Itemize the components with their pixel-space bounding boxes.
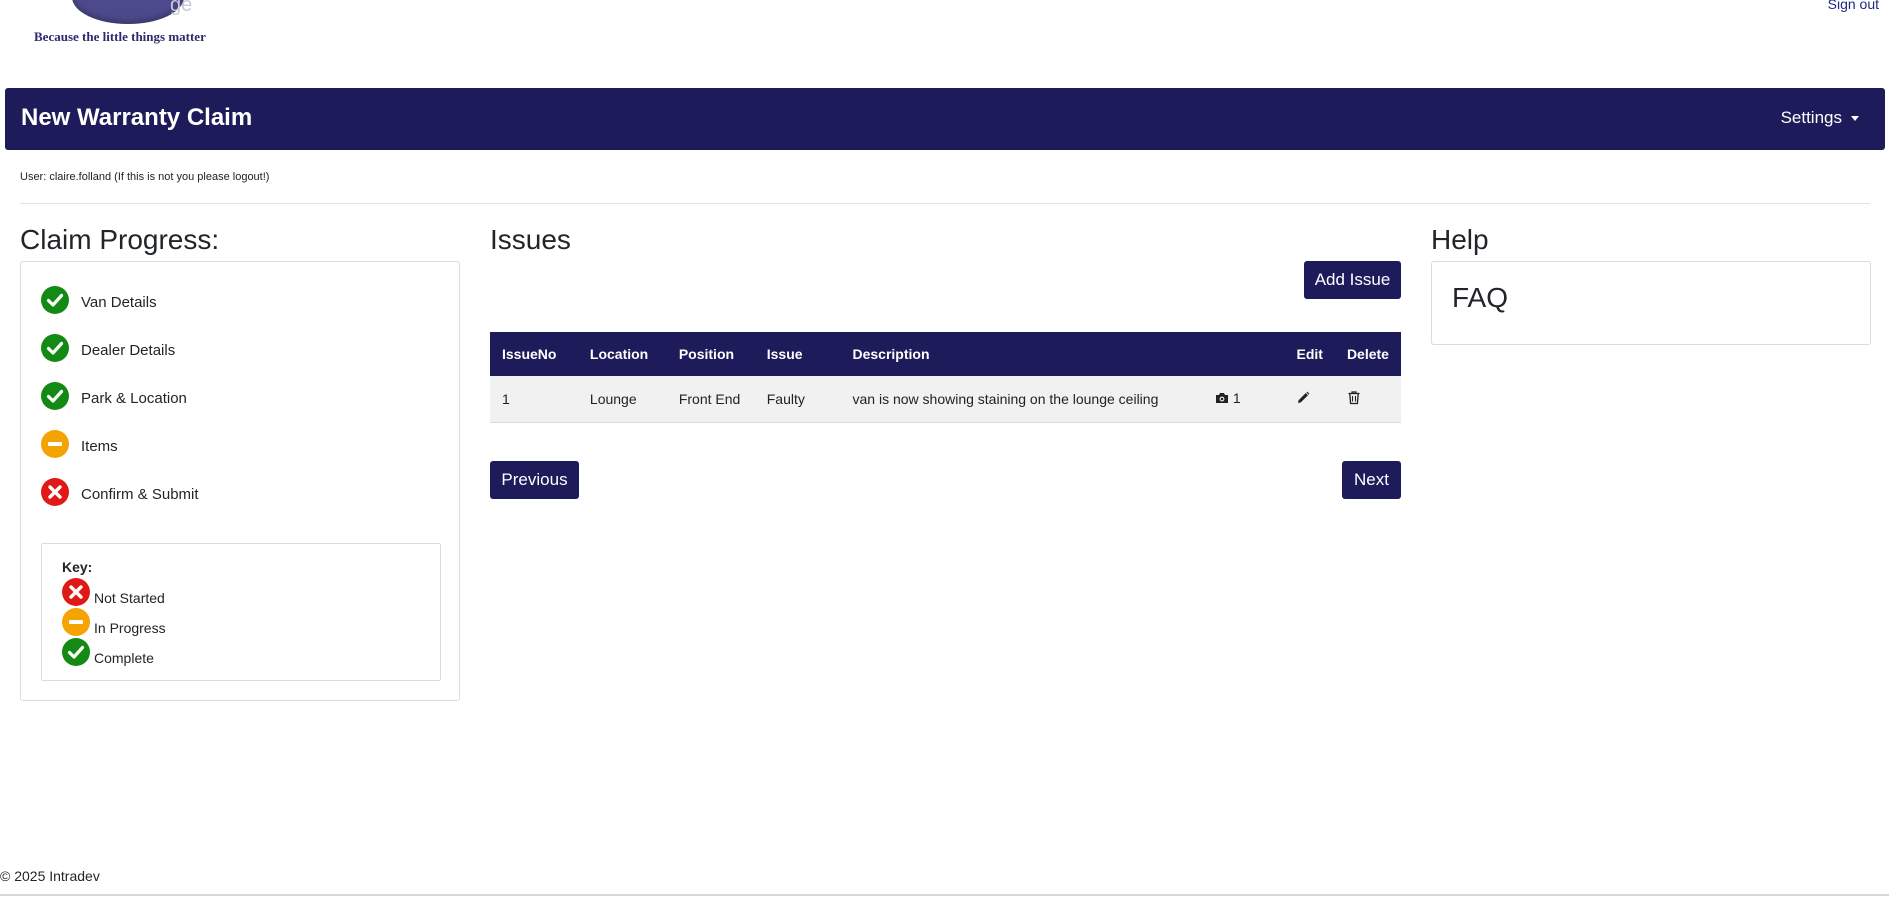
claim-progress-heading: Claim Progress: [20, 224, 220, 255]
column-header-edit: Edit [1296, 346, 1323, 362]
issues-table: IssueNo Location Position Issue Descript… [490, 332, 1401, 423]
key-label: Complete [94, 650, 154, 666]
column-header-delete: Delete [1346, 346, 1389, 362]
help-heading: Help [1431, 224, 1489, 255]
user-info-line: User: claire.folland (If this is not you… [20, 171, 270, 183]
add-issue-button[interactable]: Add Issue [1304, 261, 1401, 299]
cell-description: van is now showing staining on the loung… [840, 376, 1203, 423]
page-title: New Warranty Claim [21, 104, 253, 131]
cell-issue: Faulty [754, 376, 841, 423]
check-circle-icon [41, 382, 69, 410]
key-label: Not Started [94, 590, 165, 606]
key-title: Key: [62, 559, 93, 575]
photo-count: 1 [1232, 390, 1241, 407]
check-circle-icon [41, 334, 69, 362]
step-label: Items [81, 438, 118, 455]
cell-photos[interactable]: 1 [1202, 376, 1285, 423]
step-label: Park & Location [81, 390, 187, 407]
claim-progress-card: Van Details Dealer Details Park & Locati… [20, 261, 460, 701]
issues-heading: Issues [490, 224, 571, 255]
faq-link[interactable]: FAQ [1452, 282, 1508, 314]
next-button[interactable]: Next [1342, 461, 1401, 499]
status-key: Key: Not Started In Progress Complete [41, 543, 441, 681]
help-card: FAQ [1431, 261, 1871, 345]
settings-label: Settings [1780, 108, 1842, 127]
footer-copyright: © 2025 Intradev [0, 868, 100, 884]
footer-divider [0, 894, 1889, 896]
column-header-photos [1203, 332, 1285, 376]
sign-out-link[interactable]: Sign out [1828, 0, 1879, 12]
table-header-row: IssueNo Location Position Issue Descript… [490, 332, 1401, 376]
check-circle-icon [41, 286, 69, 314]
divider [20, 203, 1870, 204]
previous-button[interactable]: Previous [490, 461, 579, 499]
column-header-location: Location [589, 346, 649, 362]
x-circle-icon [62, 578, 90, 606]
caret-down-icon [1851, 116, 1859, 122]
cell-location: Lounge [577, 376, 667, 423]
column-header-description: Description [852, 346, 930, 362]
column-header-issue-no: IssueNo [502, 346, 557, 362]
x-circle-icon [41, 478, 69, 506]
column-header-issue: Issue [766, 346, 803, 362]
key-label: In Progress [94, 620, 166, 636]
step-label: Confirm & Submit [81, 486, 199, 503]
company-logo[interactable] [72, 0, 184, 24]
settings-dropdown[interactable]: Settings [1781, 108, 1859, 128]
check-circle-icon [62, 638, 90, 666]
camera-icon[interactable] [1215, 391, 1229, 407]
table-row: 1 Lounge Front End Faulty van is now sho… [490, 376, 1401, 423]
cell-delete [1334, 376, 1401, 423]
top-bar: ge Because the little things matter Sign… [0, 0, 1889, 88]
pencil-icon[interactable] [1296, 391, 1310, 408]
logo-ghost-text: ge [170, 0, 193, 16]
cell-edit [1284, 376, 1335, 423]
trash-icon[interactable] [1347, 390, 1361, 408]
main-navbar: New Warranty Claim Settings [5, 88, 1885, 150]
minus-circle-icon [62, 608, 90, 636]
cell-position: Front End [666, 376, 755, 423]
step-label: Dealer Details [81, 342, 176, 359]
logo-tagline: Because the little things matter [34, 29, 206, 44]
minus-circle-icon [41, 430, 69, 458]
cell-issue-no: 1 [490, 376, 578, 423]
step-label: Van Details [81, 294, 157, 311]
column-header-position: Position [678, 346, 735, 362]
